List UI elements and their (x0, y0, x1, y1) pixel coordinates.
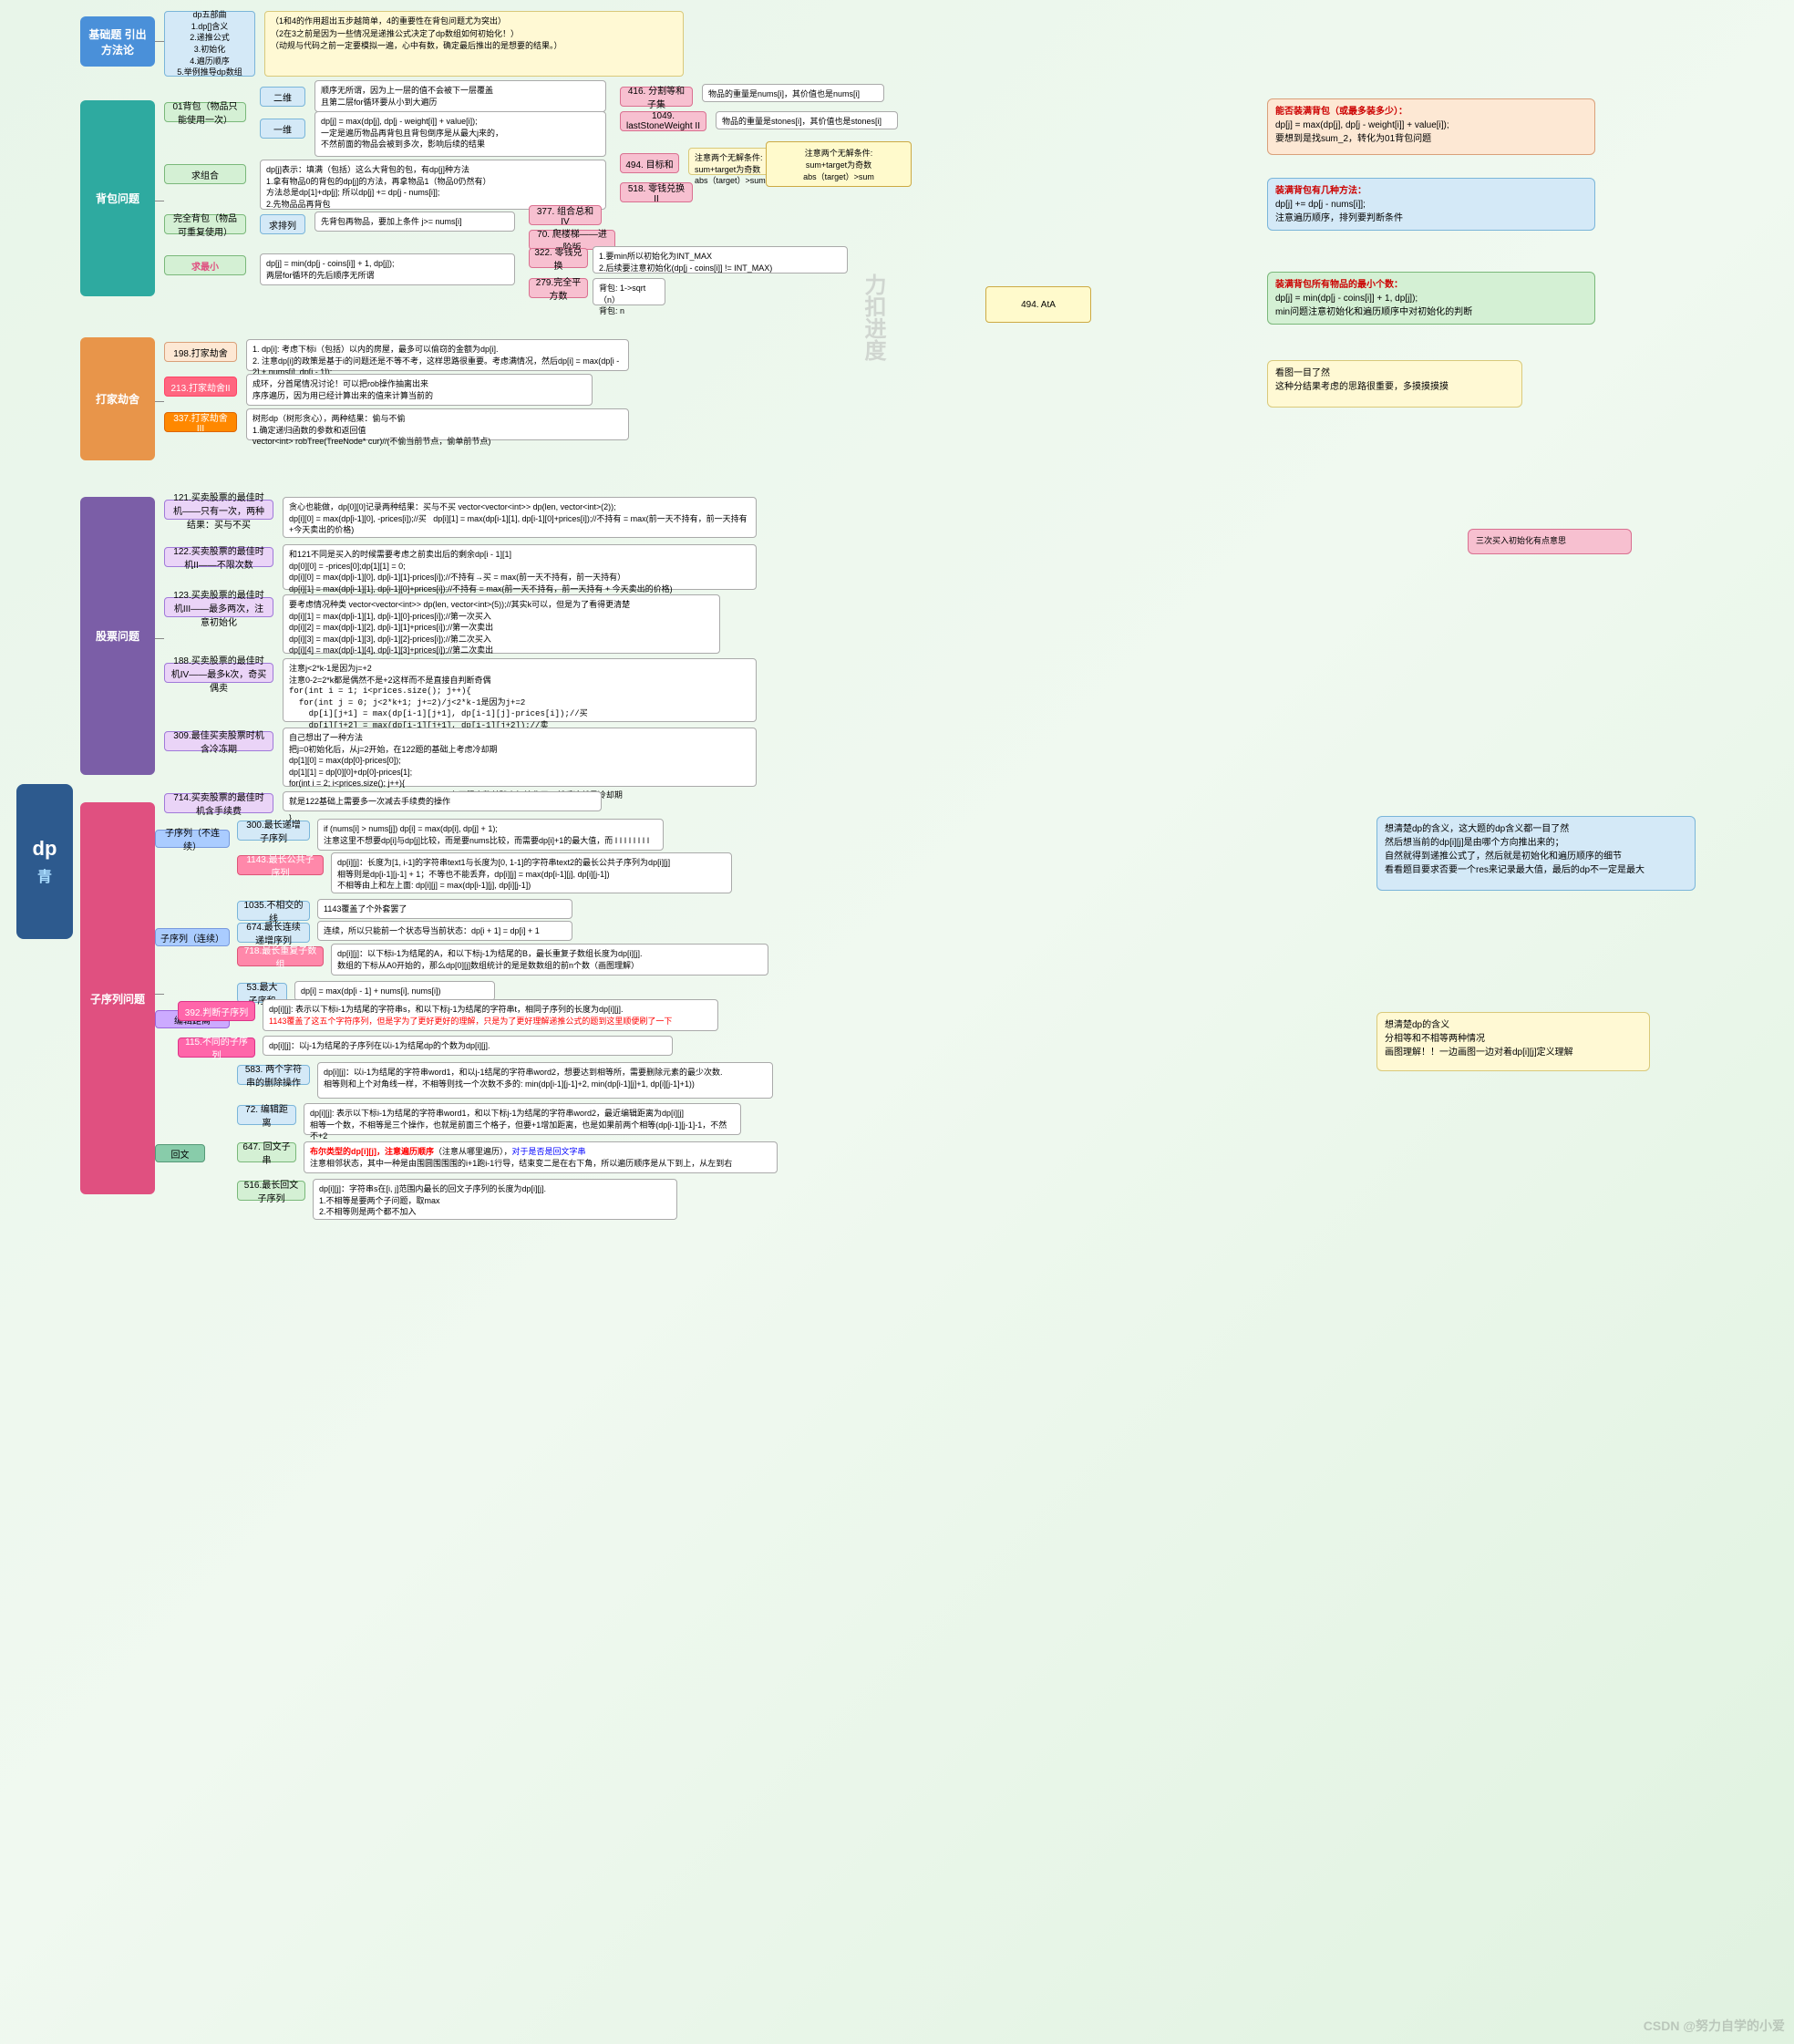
content-322: 1.要min所以初始化为INT_MAX 2.后续要注意初始化(dp[j - co… (593, 246, 848, 274)
node-subseq-lianxu: 子序列（连续） (155, 928, 230, 946)
node-416: 416. 分割等和子集 (620, 87, 693, 107)
node-72: 72. 编辑距离 (237, 1105, 296, 1125)
content-309: 自己想出了一种方法 把j=0初始化后，从j=2开始，在122题的基础上考虑冷却期… (283, 728, 757, 787)
note-beibao-3: 装满背包所有物品的最小个数： dp[j] = min(dp[j - coins[… (1267, 272, 1595, 325)
content-279: 背包: 1->sqrt（n） 背包: n (593, 278, 665, 305)
node-198: 198.打家劫舍 (164, 342, 237, 362)
content-300: if (nums[i] > nums[j]) dp[i] = max(dp[i]… (317, 819, 664, 851)
node-392: 392.判断子序列 (178, 1001, 255, 1021)
side-watermark-1: 力扣进度 (857, 274, 889, 361)
content-1049: 物品的重量是stones[i]，其价值也是stones[i] (716, 111, 898, 129)
node-300: 300.最长递增子序列 (237, 821, 310, 841)
content-583: dp[i][j]：以i-1为结尾的字符串word1，和以j-1结尾的字符串wor… (317, 1062, 773, 1099)
node-123: 123.买卖股票的最佳时机III——最多两次，注意初始化 (164, 597, 273, 617)
content-123: 要考虑情况种类 vector<vector<int>> dp(len, vect… (283, 594, 720, 654)
node-494-note: 注意两个无解条件: sum+target为奇数 abs（target）>sum (766, 141, 912, 187)
node-309: 309.最佳买卖股票时机含冷冻期 (164, 731, 273, 751)
content-zuhe: dp[j]表示：填满（包括）这么大背包的包，有dp[j]种方法 1.拿有物品0的… (260, 160, 606, 210)
node-583: 583. 两个字符串的删除操作 (237, 1065, 310, 1085)
content-121: 贪心也能做，dp[0][0]记录两种结果：买与不买 vector<vector<… (283, 497, 757, 538)
watermark: CSDN @努力自学的小爱 (1644, 2017, 1785, 2035)
node-121: 121.买卖股票的最佳时机——只有一次，两种结果：买与不买 (164, 500, 273, 520)
node-wanquan: 完全背包（物品可重复使用） (164, 214, 246, 234)
content-188: 注意j<2*k-1是因为j=+2 注意0-2=2*k都是偶然不是+2这样而不是直… (283, 658, 757, 722)
node-122: 122.买卖股票的最佳时机II——不限次数 (164, 547, 273, 567)
content-115: dp[i][j]：以j-1为结尾的子序列在以i-1为结尾dp的个数为dp[i][… (263, 1036, 673, 1056)
content-213: 成环，分首尾情况讨论！可以把rob操作抽离出来 序序遍历，因为用已经计算出来的值… (246, 374, 593, 406)
node-zuixiao-label: 求最小 (164, 255, 246, 275)
content-yiwei: dp[j] = max(dp[j], dp[j - weight[i]] + v… (314, 111, 606, 157)
main-title-box: dp 青 (16, 784, 73, 939)
content-714: 就是122基础上需要多一次减去手续费的操作 (283, 791, 602, 811)
cat-jichu-label: 基础题 引出方法论 (84, 26, 151, 57)
cat-zisulie: 子序列问题 (80, 802, 155, 1194)
content-122: 和121不同是买入的时候需要考虑之前卖出后的剩余dp[i - 1][1] dp[… (283, 544, 757, 590)
node-115: 115.不同的子序列 (178, 1037, 255, 1058)
content-337: 树形dp（树形贪心），两种结果：偷与不偷 1.确定递归函数的参数和返回值 vec… (246, 408, 629, 440)
node-516: 516.最长回文子序列 (237, 1181, 305, 1201)
cat-jichu: 基础题 引出方法论 (80, 16, 155, 67)
node-1035: 1035.不相交的线 (237, 901, 310, 921)
note-beibao-2: 装满背包有几种方法： dp[j] += dp[j - nums[i]]; 注意遍… (1267, 178, 1595, 231)
content-72: dp[i][j]: 表示以下标i-1为结尾的字符串word1，和以下标j-1为结… (304, 1103, 741, 1135)
content-1143: dp[i][j]：长度为[1, i-1]的字符串text1与长度为[0, 1-1… (331, 852, 732, 893)
content-416: 物品的重量是nums[i]，其价值也是nums[i] (702, 84, 884, 102)
node-dp-wubu: dp五部曲1.dp[]含义2.递推公式3.初始化4.遍历顺序5.举例推导dp数组 (164, 11, 255, 77)
node-yiwei: 一维 (260, 119, 305, 139)
content-pailie: 先背包再物品，要加上条件 j>= nums[i] (314, 212, 515, 232)
node-494: 494. 目标和 (620, 153, 679, 173)
content-198: 1. dp[i]: 考虑下标i（包括）以内的房屋，最多可以偷窃的金额为dp[i]… (246, 339, 629, 371)
node-188: 188.买卖股票的最佳时机IV——最多k次，奇买偶卖 (164, 663, 273, 683)
node-714: 714.买卖股票的最佳时机含手续费 (164, 793, 273, 813)
line-dajia (155, 401, 164, 402)
node-1143: 1143.最长公共子序列 (237, 855, 324, 875)
main-title-sub: 青 (37, 864, 52, 886)
content-392: dp[i][j]: 表示以下标i-1为结尾的字符串s，和以下标j-1为结尾的字符… (263, 999, 718, 1031)
node-494-ata: 494. AtA (985, 286, 1091, 323)
main-title-dp: dp (33, 837, 57, 861)
node-322: 322. 零钱兑换 (529, 248, 588, 268)
node-518: 518. 零钱兑换 II (620, 182, 693, 202)
node-674: 674.最长连续递增序列 (237, 923, 310, 943)
node-213: 213.打家劫舍II (164, 377, 237, 397)
node-huiwen-label: 回文 (155, 1144, 205, 1162)
content-1035: 1143覆盖了个外套罢了 (317, 899, 572, 919)
node-337: 337.打家劫舍 III (164, 412, 237, 432)
content-516: dp[i][j]：字符串s在[i, j]范围内最长的回文子序列的长度为dp[i]… (313, 1179, 677, 1220)
node-subseq-label: 子序列（不连续） (155, 830, 230, 848)
node-718: 718.最长重复子数组 (237, 946, 324, 966)
line-jichu (155, 41, 164, 42)
line-zisulie (155, 994, 164, 995)
content-erwei: 顺序无所谓，因为上一层的值不会被下一层覆盖且第二层for循环要从小到大遍历 (314, 80, 606, 112)
cat-zisulie-label: 子序列问题 (90, 991, 145, 1007)
content-718: dp[i][j]：以下标i-1为结尾的A，和以下标j-1为结尾的B，最长重复子数… (331, 944, 768, 976)
note-dajia: 看图一目了然 这种分结果考虑的思路很重要，多摸摸摸摸 (1267, 360, 1522, 408)
note-beibao-1: 能否装满背包（或最多装多少）： dp[j] = max(dp[j], dp[j … (1267, 98, 1595, 155)
note-sanci: 三次买入初始化有点意思 (1468, 529, 1632, 554)
content-674: 连续，所以只能前一个状态导当前状态：dp[i + 1] = dp[i] + 1 (317, 921, 572, 941)
cat-gupiao: 股票问题 (80, 497, 155, 775)
content-53: dp[i] = max(dp[i - 1] + nums[i], nums[i]… (294, 981, 495, 1001)
node-01beibao: 01背包（物品只能使用一次） (164, 102, 246, 122)
node-377: 377. 组合总和 IV (529, 205, 602, 225)
content-zuixiao: dp[j] = min(dp[j - coins[i]] + 1, dp[j])… (260, 253, 515, 285)
cat-beibao: 背包问题 (80, 100, 155, 296)
content-jichu: （1和4的作用超出五步越简单，4的重要性在背包问题尤为突出） （2在3之前是因为… (264, 11, 684, 77)
cat-gupiao-label: 股票问题 (96, 628, 139, 644)
cat-dajia-label: 打家劫舍 (96, 391, 139, 407)
note-zisulie-1: 想清楚dp的含义，这大题的dp含义都一目了然 然后想当前的dp[i][j]是由哪… (1376, 816, 1696, 891)
content-647: 布尔类型的dp[i][j]，注意遍历顺序（注意从哪里遍历），对于是否是回文字串 … (304, 1141, 778, 1173)
node-279: 279.完全平方数 (529, 278, 588, 298)
node-647: 647. 回文子串 (237, 1142, 296, 1162)
note-zisulie-2: 想清楚dp的含义 分相等和不相等两种情况 画图理解！！一边画图一边对着dp[i]… (1376, 1012, 1650, 1071)
cat-dajia: 打家劫舍 (80, 337, 155, 460)
page-container: 力扣进度 dp 青 基础题 引出方法论 背包问题 打家劫舍 股票问题 子序列问题… (0, 0, 1794, 2044)
node-erwei: 二维 (260, 87, 305, 107)
line-gupiao (155, 638, 164, 639)
node-qiuzuhe: 求组合 (164, 164, 246, 184)
node-1049: 1049. lastStoneWeight II (620, 111, 706, 131)
node-qiupai: 求排列 (260, 214, 305, 234)
cat-beibao-label: 背包问题 (96, 191, 139, 206)
